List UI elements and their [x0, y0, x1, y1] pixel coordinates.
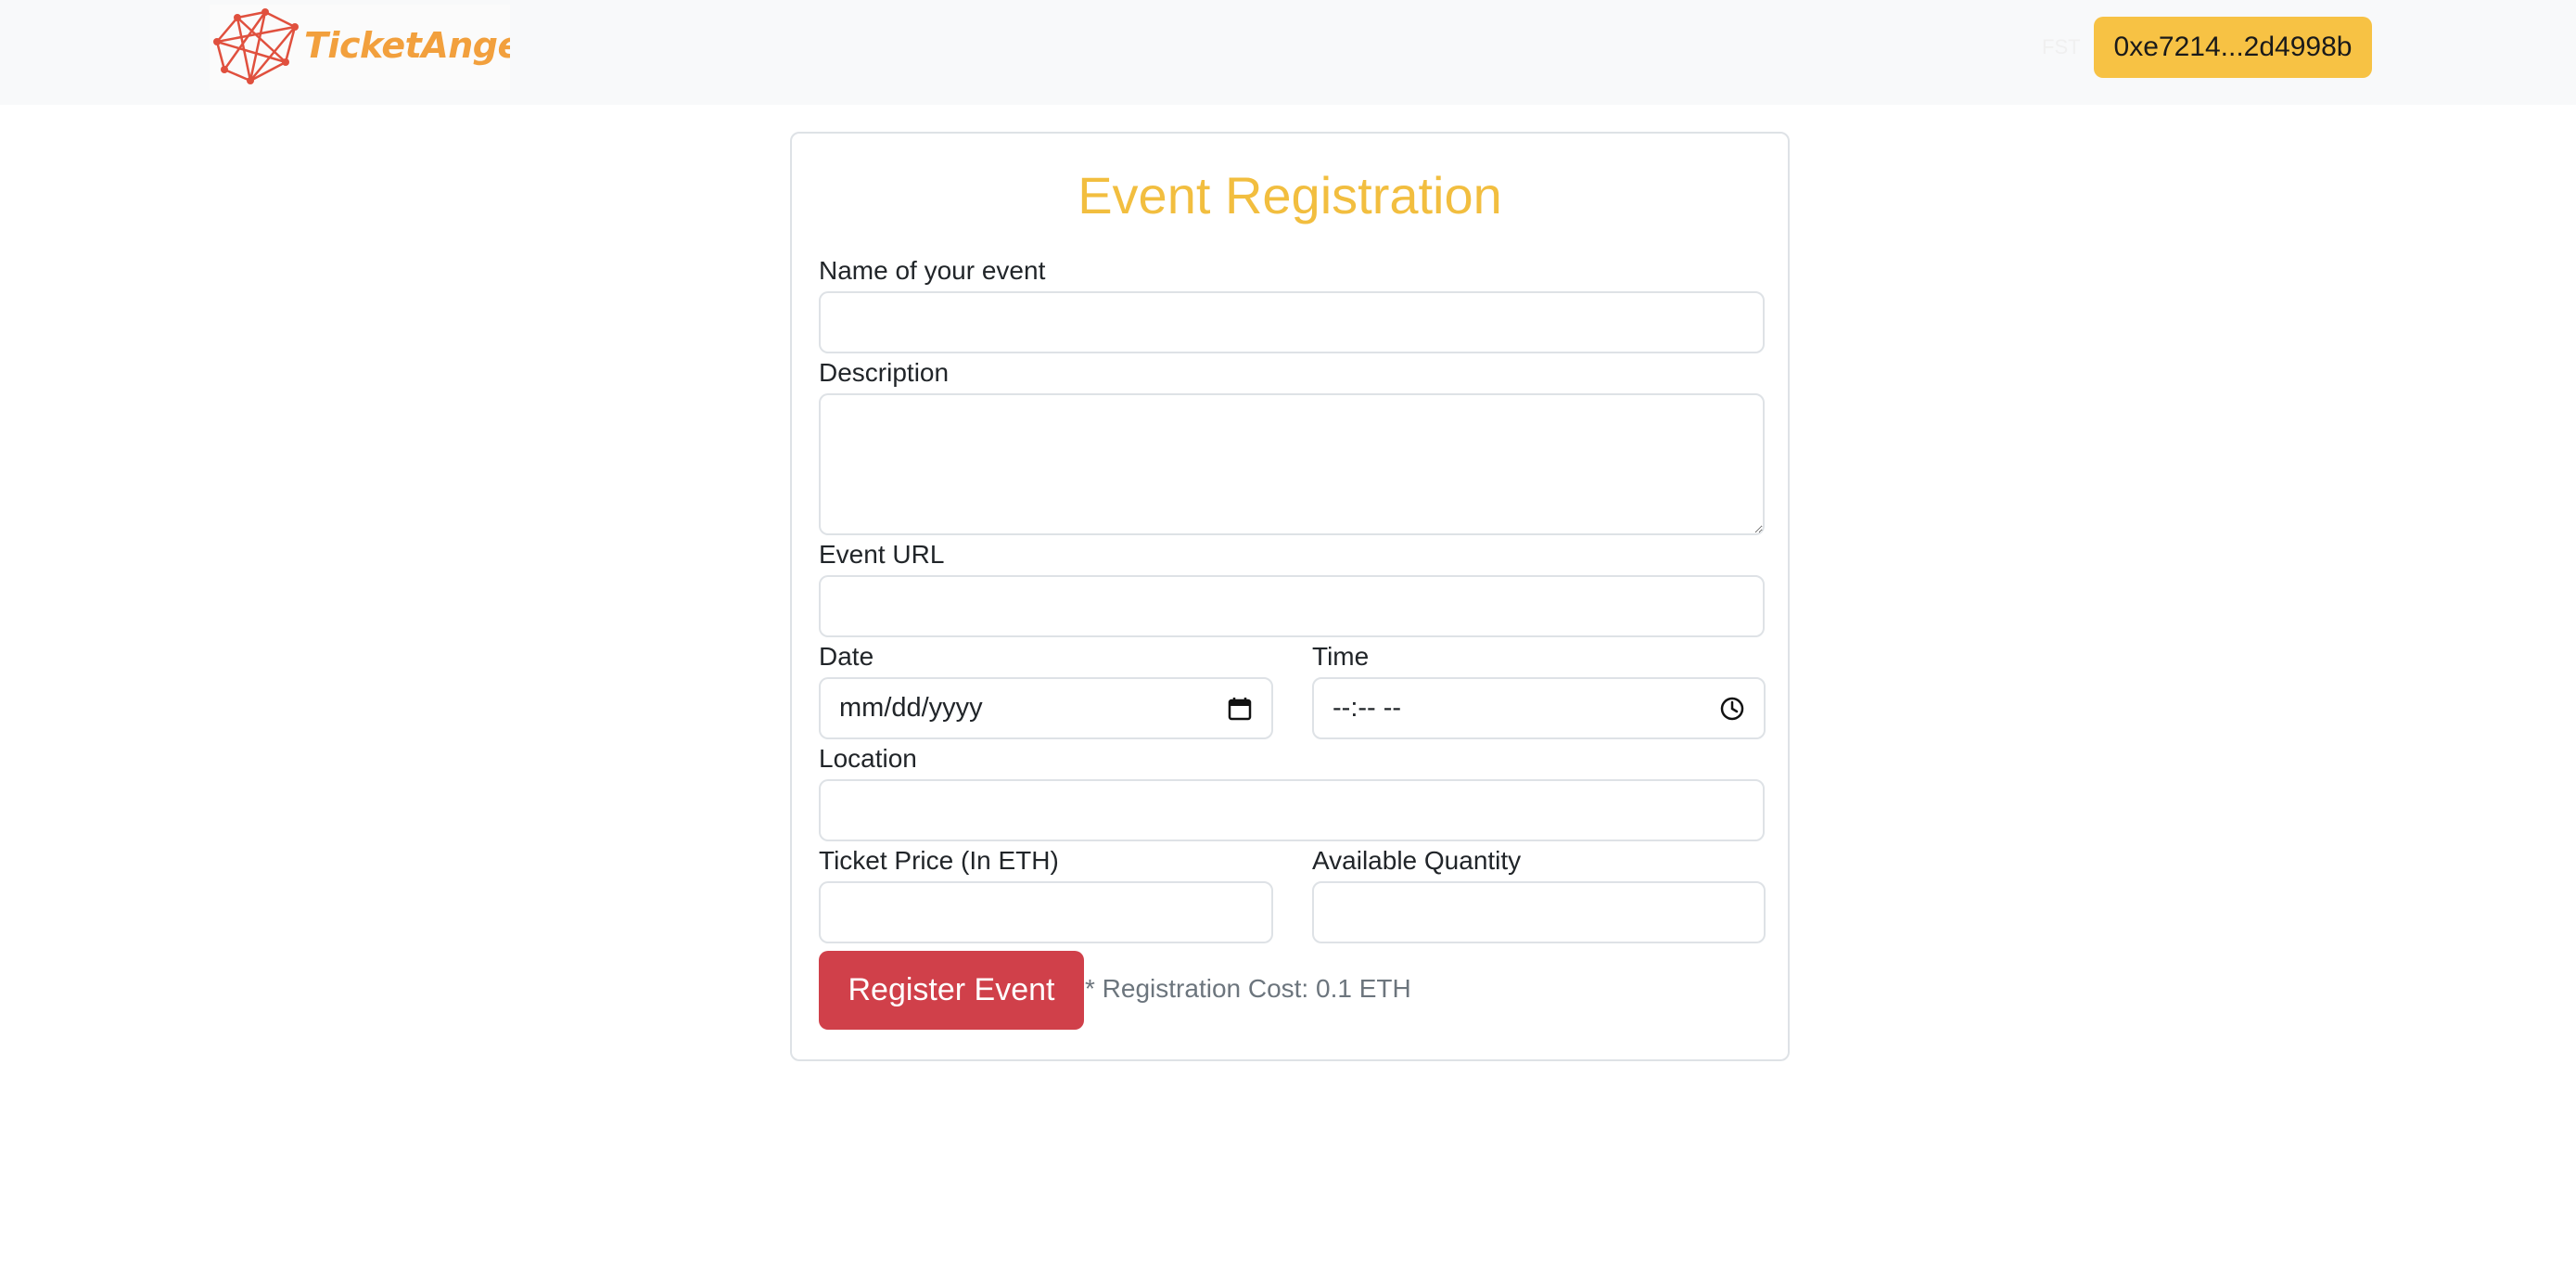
register-event-button[interactable]: Register Event	[819, 951, 1084, 1030]
event-name-label: Name of your event	[819, 256, 1046, 285]
event-url-label: Event URL	[819, 540, 945, 569]
clock-icon[interactable]	[1719, 696, 1745, 722]
event-registration-card: Event Registration Name of your event De…	[790, 132, 1790, 1061]
location-input[interactable]	[819, 779, 1765, 841]
description-label: Description	[819, 358, 950, 387]
registration-cost-note: * Registration Cost: 0.1 ETH	[1085, 974, 1411, 1003]
description-textarea[interactable]	[819, 393, 1765, 535]
location-label: Location	[819, 744, 917, 773]
ticketangel-logo[interactable]: TicketAngel	[210, 5, 510, 90]
ticket-price-input[interactable]	[819, 881, 1273, 943]
available-quantity-input[interactable]	[1312, 881, 1766, 943]
ticket-price-label: Ticket Price (In ETH)	[819, 846, 1059, 875]
logo-wordmark: TicketAngel	[304, 25, 510, 66]
time-label: Time	[1312, 642, 1370, 671]
navbar: TicketAngel FST 0xe7214...2d4998b	[0, 0, 2576, 105]
event-url-input[interactable]	[819, 575, 1765, 637]
wallet-address-button[interactable]: 0xe7214...2d4998b	[2094, 17, 2372, 78]
page-title: Event Registration	[1078, 166, 1502, 224]
date-input[interactable]: mm/dd/yyyy	[819, 677, 1273, 739]
time-input[interactable]: --:-- --	[1312, 677, 1766, 739]
network-logo-icon	[213, 8, 299, 84]
nav-faint-text: FST	[2042, 35, 2081, 58]
available-quantity-label: Available Quantity	[1312, 846, 1522, 875]
date-label: Date	[819, 642, 874, 671]
event-name-input[interactable]	[819, 291, 1765, 353]
date-input-value: mm/dd/yyyy	[839, 693, 983, 723]
time-input-value: --:-- --	[1333, 693, 1402, 723]
calendar-icon[interactable]	[1227, 696, 1253, 722]
